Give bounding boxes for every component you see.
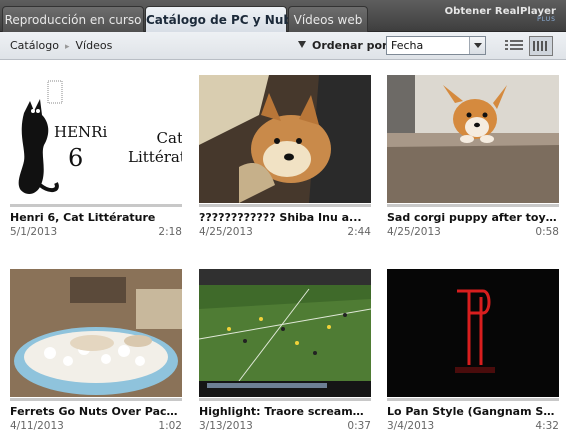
breadcrumb-library[interactable]: Catálogo: [10, 39, 59, 52]
video-date: 5/1/2013: [10, 226, 58, 238]
breadcrumb-separator-icon: ▸: [64, 42, 70, 52]
chevron-down-icon[interactable]: [469, 37, 485, 54]
video-grid: HENRi 6 Cat Littérature Henri 6, Cat Lit…: [0, 61, 566, 446]
video-duration: 2:44: [347, 226, 371, 238]
video-date: 3/4/2013: [387, 420, 435, 432]
thumbnail-cat-litterature-text: Cat Littérature: [128, 129, 182, 166]
video-thumbnail[interactable]: [199, 269, 371, 397]
video-title[interactable]: Sad corgi puppy after toy fa...: [387, 211, 559, 224]
video-duration: 4:32: [535, 420, 559, 432]
list-view-icon[interactable]: [505, 38, 523, 54]
video-card[interactable]: Lo Pan Style (Gangnam Styl... 3/4/2013 4…: [387, 269, 559, 433]
video-date: 3/13/2013: [199, 420, 253, 432]
sort-select[interactable]: Fecha: [386, 36, 486, 55]
video-date: 4/25/2013: [199, 226, 253, 238]
video-date: 4/11/2013: [10, 420, 64, 432]
video-duration: 0:58: [535, 226, 559, 238]
video-duration: 2:18: [158, 226, 182, 238]
sort-select-value: Fecha: [391, 39, 424, 52]
video-date: 4/25/2013: [387, 226, 441, 238]
brand-line-2: PLUS: [537, 16, 556, 23]
breadcrumb: Catálogo ▸ Vídeos: [10, 39, 112, 52]
tab-web-videos[interactable]: Vídeos web: [288, 6, 368, 32]
video-title[interactable]: Ferrets Go Nuts Over Packi...: [10, 405, 182, 418]
video-card[interactable]: ???????????? Shiba Inu a... 4/25/2013 2:…: [199, 75, 371, 239]
video-title[interactable]: Highlight: Traore screamer -...: [199, 405, 371, 418]
video-card[interactable]: HENRi 6 Cat Littérature Henri 6, Cat Lit…: [10, 75, 182, 239]
video-thumbnail[interactable]: [387, 75, 559, 203]
video-meta: 4/11/2013 1:02: [10, 420, 182, 433]
video-title[interactable]: Henri 6, Cat Littérature: [10, 211, 182, 224]
corgi-puppy-image: [387, 75, 559, 203]
tab-now-playing[interactable]: Reproducción en curso: [2, 6, 144, 32]
video-title[interactable]: ???????????? Shiba Inu a...: [199, 211, 371, 224]
thumbnail-henri-text: HENRi 6: [54, 123, 108, 172]
thumbnail-progress-bar: [387, 398, 559, 401]
video-card[interactable]: Highlight: Traore screamer -... 3/13/201…: [199, 269, 371, 433]
video-thumbnail[interactable]: [387, 269, 559, 397]
top-tab-bar: Reproducción en curso Catálogo de PC y N…: [0, 0, 566, 33]
grid-view-icon[interactable]: [529, 36, 553, 56]
video-thumbnail[interactable]: [10, 269, 182, 397]
video-meta: 4/25/2013 2:44: [199, 226, 371, 239]
video-thumbnail[interactable]: [199, 75, 371, 203]
video-meta: 4/25/2013 0:58: [387, 226, 559, 239]
sort-direction-icon[interactable]: [298, 41, 306, 48]
sort-by-label: Ordenar por: [312, 39, 388, 52]
thumbnail-progress-bar: [387, 204, 559, 207]
library-toolbar: Catálogo ▸ Vídeos Ordenar por Fecha: [0, 32, 566, 60]
shiba-inu-image: [199, 75, 371, 203]
video-thumbnail[interactable]: HENRi 6 Cat Littérature: [10, 75, 182, 203]
video-title[interactable]: Lo Pan Style (Gangnam Styl...: [387, 405, 559, 418]
breadcrumb-videos[interactable]: Vídeos: [76, 39, 113, 52]
thumbnail-progress-bar: [10, 204, 182, 207]
video-meta: 3/4/2013 4:32: [387, 420, 559, 433]
video-card[interactable]: Sad corgi puppy after toy fa... 4/25/201…: [387, 75, 559, 239]
thumbnail-progress-bar: [10, 398, 182, 401]
video-card[interactable]: Ferrets Go Nuts Over Packi... 4/11/2013 …: [10, 269, 182, 433]
tab-pc-cloud-library[interactable]: Catálogo de PC y Nube: [145, 6, 300, 33]
video-duration: 0:37: [347, 420, 371, 432]
video-meta: 5/1/2013 2:18: [10, 226, 182, 239]
video-duration: 1:02: [158, 420, 182, 432]
ferrets-image: [10, 269, 182, 397]
thumbnail-progress-bar: [199, 204, 371, 207]
thumbnail-progress-bar: [199, 398, 371, 401]
soccer-match-image: [199, 269, 371, 397]
lo-pan-logo-image: [387, 269, 559, 397]
video-meta: 3/13/2013 0:37: [199, 420, 371, 433]
get-realplayer-plus-link[interactable]: Obtener RealPlayer PLUS: [445, 6, 556, 23]
